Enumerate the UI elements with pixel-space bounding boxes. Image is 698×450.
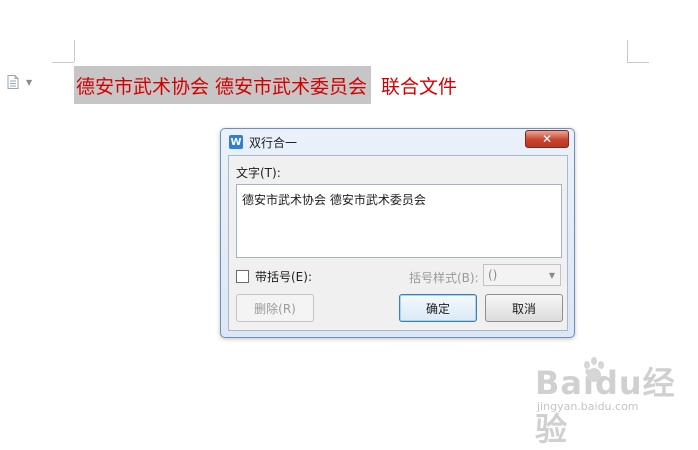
dialog-body: 文字(T): 德安市武术协会 德安市武术委员会 带括号(E): 括号样式(B):… xyxy=(228,155,568,331)
text-label: 文字(T): xyxy=(236,166,281,180)
close-button[interactable]: ✕ xyxy=(525,130,569,148)
ok-button[interactable]: 确定 xyxy=(399,294,477,322)
dialog-title: 双行合一 xyxy=(249,136,298,150)
bracket-style-label: 括号样式(B): xyxy=(409,271,479,285)
baidu-paw-icon xyxy=(584,357,604,382)
watermark-url: jingyan.baidu.com xyxy=(537,400,639,413)
page-corner-mark-top-right xyxy=(627,62,649,63)
bracket-checkbox[interactable] xyxy=(236,270,249,283)
cancel-button[interactable]: 取消 xyxy=(485,294,563,322)
chevron-down-icon[interactable]: ▼ xyxy=(26,78,32,87)
bracket-checkbox-label[interactable]: 带括号(E): xyxy=(255,268,312,285)
bracket-style-value: () xyxy=(488,268,498,282)
baidu-jingyan-watermark: Baidu经验 jingyan.baidu.com xyxy=(535,356,685,448)
document-icon[interactable] xyxy=(7,75,19,89)
close-icon: ✕ xyxy=(541,132,553,146)
bracket-style-select[interactable]: () ▼ xyxy=(483,264,561,286)
selected-text[interactable]: 德安市武术协会 德安市武术委员会 xyxy=(74,66,372,104)
bracket-option[interactable]: 带括号(E): xyxy=(236,268,312,285)
wps-writer-icon: W xyxy=(229,135,243,149)
page-corner-mark-top-right xyxy=(627,40,628,62)
dialog-titlebar[interactable]: W 双行合一 ✕ xyxy=(221,129,574,153)
page-corner-mark-top-left xyxy=(74,40,75,62)
delete-button[interactable]: 删除(R) xyxy=(236,294,314,322)
document-text-line[interactable]: 德安市武术协会 德安市武术委员会 联合文件 xyxy=(74,66,457,104)
text-input[interactable]: 德安市武术协会 德安市武术委员会 xyxy=(236,184,562,258)
page-corner-mark-top-left xyxy=(52,62,74,63)
chevron-down-icon: ▼ xyxy=(548,271,555,280)
combine-two-lines-dialog: W 双行合一 ✕ 文字(T): 德安市武术协会 德安市武术委员会 带括号(E):… xyxy=(220,128,575,338)
document-text[interactable]: 联合文件 xyxy=(371,72,457,99)
